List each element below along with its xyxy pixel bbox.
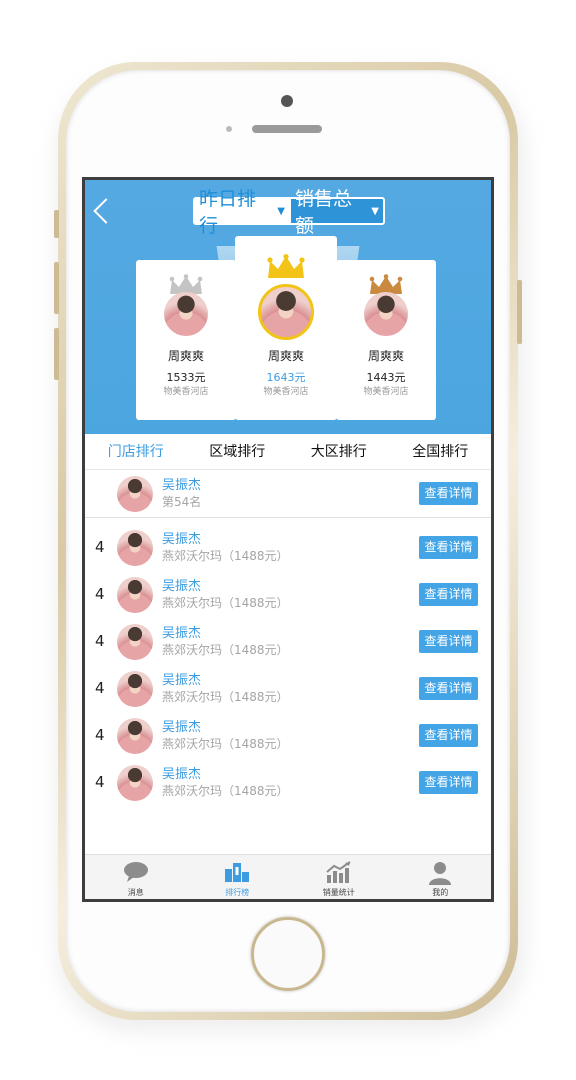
podium-card-second[interactable]: 周爽爽 1533元 物美香河店	[136, 260, 236, 420]
podium-icon	[225, 863, 250, 882]
employee-name: 吴振杰	[162, 673, 202, 688]
ranking-header: 昨日排行 ▼ 销售总额 ▼ 周爽爽 1533元 物美香河店 周爽爽 1643元 …	[85, 180, 491, 434]
tab-national[interactable]: 全国排行	[390, 434, 492, 469]
rank-number: 4	[95, 538, 105, 556]
avatar	[258, 284, 314, 340]
rank-number: 4	[95, 679, 105, 697]
store-sales: 燕郊沃尔玛（1488元）	[162, 549, 289, 563]
metric-selector[interactable]: 销售总额 ▼	[289, 188, 385, 237]
podium-card-first[interactable]: 周爽爽 1643元 物美香河店	[235, 236, 337, 420]
view-details-button[interactable]: 查看详情	[419, 771, 478, 794]
avatar	[117, 718, 153, 754]
view-details-button[interactable]: 查看详情	[419, 630, 478, 653]
avatar	[164, 292, 208, 336]
tabbar-label: 我的	[432, 888, 449, 897]
store-sales: 燕郊沃尔玛（1488元）	[162, 784, 289, 798]
back-arrow-icon[interactable]	[93, 198, 119, 224]
chart-icon	[326, 861, 351, 883]
proximity-sensor	[226, 126, 232, 132]
podium-name: 周爽爽	[167, 349, 204, 363]
tabbar-item-messages[interactable]: 消息	[85, 855, 187, 899]
phone-screen: 昨日排行 ▼ 销售总额 ▼ 周爽爽 1533元 物美香河店 周爽爽 1643元 …	[82, 177, 494, 902]
caret-down-icon: ▼	[371, 205, 379, 217]
avatar	[117, 530, 153, 566]
tabbar-item-mine[interactable]: 我的	[390, 855, 492, 899]
podium-amount: 1443元	[366, 371, 406, 384]
tab-store[interactable]: 门店排行	[85, 434, 187, 469]
podium-store: 物美香河店	[363, 387, 409, 397]
podium-amount: 1643元	[266, 371, 306, 384]
rank-number: 4	[95, 632, 105, 650]
period-label: 昨日排行	[199, 188, 257, 237]
home-button[interactable]	[251, 917, 325, 991]
rank-number: 4	[95, 585, 105, 603]
gold-crown-icon	[267, 254, 305, 278]
podium-store: 物美香河店	[263, 387, 309, 397]
avatar	[117, 624, 153, 660]
view-details-button[interactable]: 查看详情	[419, 583, 478, 606]
front-camera	[281, 95, 293, 107]
store-sales: 燕郊沃尔玛（1488元）	[162, 596, 289, 610]
tab-district[interactable]: 大区排行	[288, 434, 390, 469]
earpiece-speaker	[252, 125, 322, 133]
ranking-row: 4 吴振杰 燕郊沃尔玛（1488元） 查看详情	[85, 759, 491, 806]
employee-name: 吴振杰	[162, 720, 202, 735]
app-screen: 昨日排行 ▼ 销售总额 ▼ 周爽爽 1533元 物美香河店 周爽爽 1643元 …	[85, 180, 491, 899]
rank-number: 4	[95, 773, 105, 791]
ranking-row: 4 吴振杰 燕郊沃尔玛（1488元） 查看详情	[85, 618, 491, 665]
my-rank-row: 吴振杰 第54名 查看详情	[85, 470, 491, 518]
employee-name: 吴振杰	[162, 767, 202, 782]
scope-tabs: 门店排行 区域排行 大区排行 全国排行	[85, 434, 491, 470]
my-rank-text: 第54名	[162, 495, 202, 509]
view-details-button[interactable]: 查看详情	[419, 724, 478, 747]
podium-amount: 1533元	[166, 371, 206, 384]
podium-name: 周爽爽	[367, 349, 404, 363]
my-name: 吴振杰	[162, 478, 202, 493]
mute-switch	[54, 210, 59, 238]
chat-bubble-icon	[123, 862, 148, 882]
view-details-button[interactable]: 查看详情	[419, 677, 478, 700]
person-icon	[429, 862, 452, 885]
tabbar-item-ranking[interactable]: 排行榜	[187, 855, 289, 899]
employee-name: 吴振杰	[162, 579, 202, 594]
metric-label: 销售总额	[295, 188, 353, 237]
tab-region[interactable]: 区域排行	[187, 434, 289, 469]
podium-card-third[interactable]: 周爽爽 1443元 物美香河店	[336, 260, 436, 420]
avatar	[117, 765, 153, 801]
tabbar-label: 销量统计	[322, 888, 355, 897]
store-sales: 燕郊沃尔玛（1488元）	[162, 737, 289, 751]
stage: 昨日排行 ▼ 销售总额 ▼ 周爽爽 1533元 物美香河店 周爽爽 1643元 …	[0, 0, 576, 1080]
avatar	[117, 476, 153, 512]
view-details-button[interactable]: 查看详情	[419, 482, 478, 505]
podium-name: 周爽爽	[267, 349, 304, 363]
employee-name: 吴振杰	[162, 626, 202, 641]
avatar	[364, 292, 408, 336]
power-button	[517, 280, 522, 344]
caret-down-icon: ▼	[277, 205, 285, 217]
store-sales: 燕郊沃尔玛（1488元）	[162, 643, 289, 657]
period-selector[interactable]: 昨日排行 ▼	[193, 188, 291, 237]
volume-down-button	[54, 328, 59, 380]
bottom-tab-bar: 消息 排行榜 销量统计 我的	[85, 854, 491, 899]
volume-up-button	[54, 262, 59, 314]
employee-name: 吴振杰	[162, 532, 202, 547]
ranking-row: 4 吴振杰 燕郊沃尔玛（1488元） 查看详情	[85, 571, 491, 618]
avatar	[117, 671, 153, 707]
tabbar-label: 排行榜	[225, 888, 250, 897]
store-sales: 燕郊沃尔玛（1488元）	[162, 690, 289, 704]
avatar	[117, 577, 153, 613]
podium-store: 物美香河店	[163, 387, 209, 397]
tabbar-item-sales-stats[interactable]: 销量统计	[288, 855, 390, 899]
ranking-row: 4 吴振杰 燕郊沃尔玛（1488元） 查看详情	[85, 665, 491, 712]
ranking-row: 4 吴振杰 燕郊沃尔玛（1488元） 查看详情	[85, 712, 491, 759]
view-details-button[interactable]: 查看详情	[419, 536, 478, 559]
ranking-row: 4 吴振杰 燕郊沃尔玛（1488元） 查看详情	[85, 524, 491, 571]
rank-number: 4	[95, 726, 105, 744]
tabbar-label: 消息	[127, 888, 144, 897]
